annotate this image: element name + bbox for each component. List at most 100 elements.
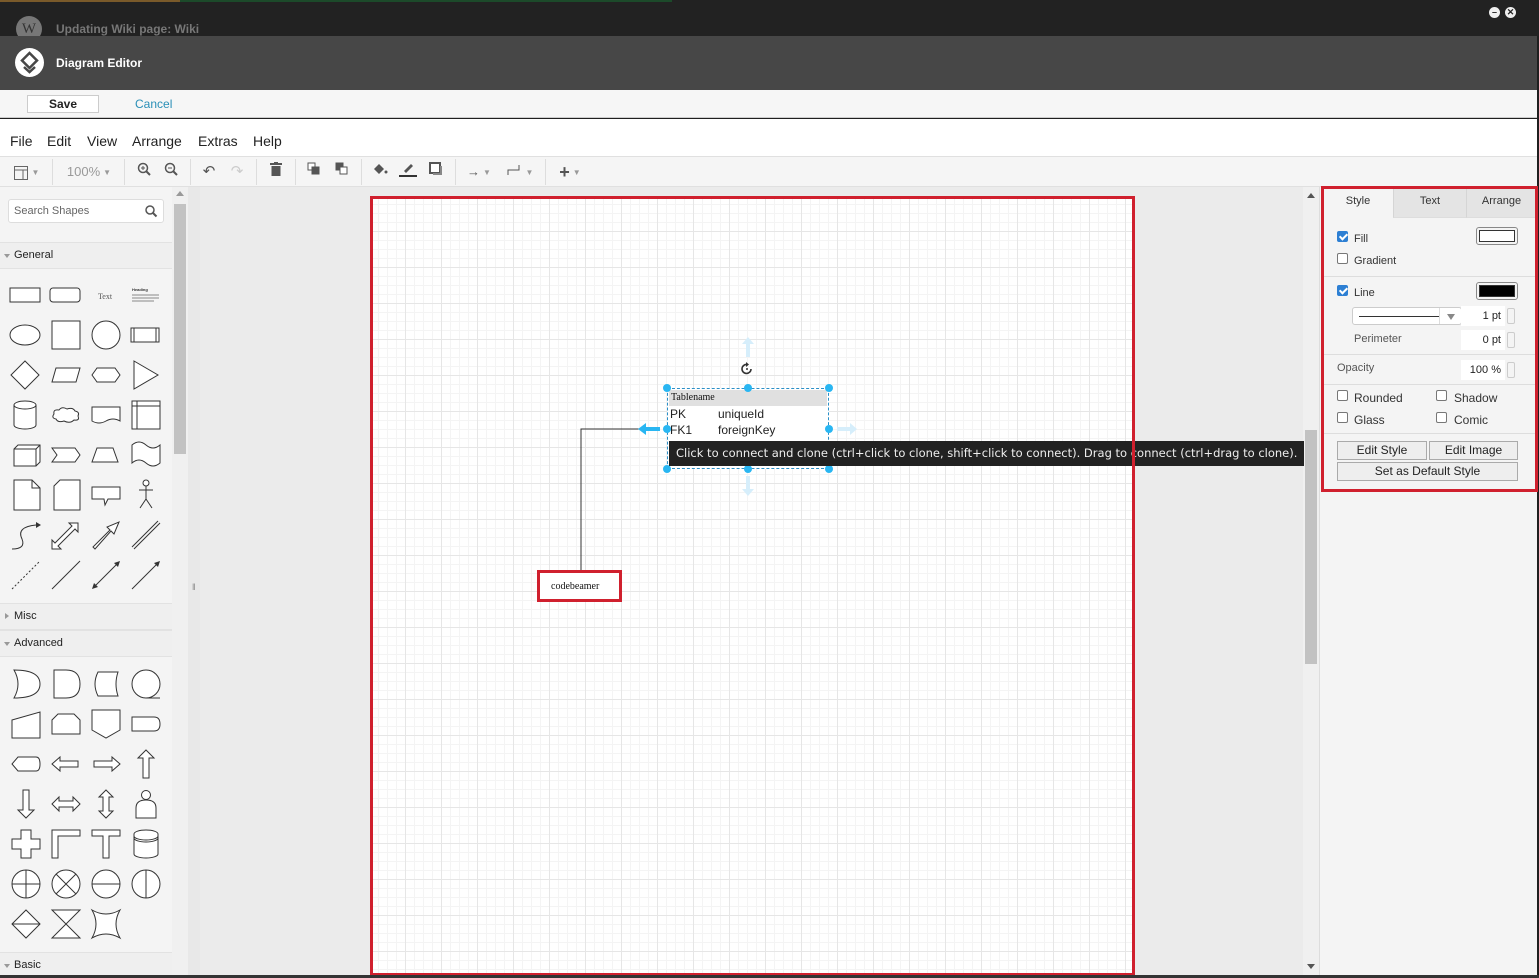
line-pattern-select[interactable]: [1352, 307, 1462, 325]
redo-button[interactable]: ↷: [228, 161, 246, 183]
shape-vertical-divided-circle[interactable]: [128, 866, 164, 902]
shape-trapezoid[interactable]: [88, 437, 124, 473]
opacity-spinner[interactable]: [1507, 362, 1515, 378]
edit-image-button[interactable]: Edit Image: [1429, 441, 1518, 460]
shape-parallelogram[interactable]: [48, 357, 84, 393]
shape-off-page-connector[interactable]: [88, 706, 124, 742]
shape-internal-storage[interactable]: [128, 397, 164, 433]
perimeter-input[interactable]: 0 pt: [1461, 330, 1505, 350]
scroll-down-icon[interactable]: [1307, 964, 1315, 969]
resize-handle-s[interactable]: [744, 465, 752, 473]
resize-handle-ne[interactable]: [825, 384, 833, 392]
shape-bidirectional-arrow[interactable]: [48, 517, 84, 553]
fill-checkbox[interactable]: [1337, 231, 1348, 242]
shape-up-down-arrow[interactable]: [88, 786, 124, 822]
codebeamer-label[interactable]: codebeamer: [551, 581, 599, 592]
opacity-input[interactable]: 100 %: [1461, 360, 1505, 380]
canvas-scroll-thumb[interactable]: [1305, 430, 1317, 664]
shape-or-junction[interactable]: [48, 866, 84, 902]
to-front-button[interactable]: [305, 161, 323, 183]
shape-cloud[interactable]: [48, 397, 84, 433]
menu-extras[interactable]: Extras: [198, 133, 238, 149]
shape-dashed-line[interactable]: [8, 557, 44, 593]
search-icon[interactable]: [144, 204, 158, 218]
line-width-spinner[interactable]: [1507, 308, 1515, 324]
shape-up-arrow[interactable]: [128, 746, 164, 782]
shape-horizontal-divided-circle[interactable]: [88, 866, 124, 902]
shape-sort[interactable]: [8, 906, 44, 942]
rounded-checkbox[interactable]: [1337, 390, 1348, 401]
edit-style-button[interactable]: Edit Style: [1337, 441, 1427, 460]
shape-triangle[interactable]: [128, 357, 164, 393]
fill-color-swatch[interactable]: [1476, 227, 1518, 245]
resize-handle-n[interactable]: [744, 384, 752, 392]
shape-ellipse[interactable]: [8, 317, 44, 353]
entity-row-key[interactable]: FK1: [670, 423, 692, 437]
shape-tape[interactable]: [128, 437, 164, 473]
zoom-in-button[interactable]: [135, 161, 153, 183]
close-icon[interactable]: ✕: [1505, 7, 1516, 18]
shape-down-arrow[interactable]: [8, 786, 44, 822]
shape-left-arrow[interactable]: [48, 746, 84, 782]
shape-corner[interactable]: [48, 826, 84, 862]
entity-row-key[interactable]: PK: [670, 407, 686, 421]
shape-text[interactable]: Text: [88, 277, 124, 313]
zoom-level-dropdown[interactable]: 100% ▼: [64, 161, 114, 183]
scroll-up-icon[interactable]: [176, 191, 184, 196]
shape-and[interactable]: [48, 666, 84, 702]
shape-curve[interactable]: [8, 517, 44, 553]
shape-process[interactable]: [128, 317, 164, 353]
scroll-up-icon[interactable]: [1307, 193, 1315, 198]
shape-summing-junction[interactable]: [8, 866, 44, 902]
shape-arrow[interactable]: [88, 517, 124, 553]
shape-square[interactable]: [48, 317, 84, 353]
resize-handle-e[interactable]: [825, 425, 833, 433]
menu-view[interactable]: View: [87, 133, 117, 149]
waypoints-dropdown[interactable]: ▼: [505, 161, 535, 183]
cancel-link[interactable]: Cancel: [135, 97, 172, 111]
rotate-handle-icon[interactable]: [739, 361, 755, 377]
section-misc[interactable]: Misc: [0, 603, 172, 630]
shape-right-arrow[interactable]: [88, 746, 124, 782]
tab-text[interactable]: Text: [1393, 188, 1466, 218]
glass-checkbox[interactable]: [1337, 412, 1348, 423]
to-back-button[interactable]: [333, 161, 351, 183]
menu-file[interactable]: File: [10, 133, 33, 149]
entity-row-name[interactable]: foreignKey: [718, 423, 775, 437]
fill-color-button[interactable]: [371, 161, 389, 183]
menu-help[interactable]: Help: [253, 133, 282, 149]
sidebar-splitter[interactable]: ‖: [188, 187, 200, 975]
line-color-button[interactable]: [398, 161, 418, 183]
shape-link[interactable]: [128, 517, 164, 553]
format-panel-toggle-button[interactable]: ▼: [10, 161, 42, 183]
shape-tape-data[interactable]: [128, 826, 164, 862]
resize-handle-se[interactable]: [825, 465, 833, 473]
zoom-out-button[interactable]: [162, 161, 180, 183]
shape-data-storage[interactable]: [88, 666, 124, 702]
line-checkbox[interactable]: [1337, 285, 1348, 296]
shape-loop-limit[interactable]: [48, 706, 84, 742]
connect-arrow-right-icon[interactable]: [837, 421, 857, 437]
shape-or[interactable]: [8, 666, 44, 702]
resize-handle-w[interactable]: [663, 425, 671, 433]
connect-arrow-left-icon[interactable]: [638, 421, 660, 437]
section-basic[interactable]: Basic: [0, 952, 172, 975]
shape-cross[interactable]: [8, 826, 44, 862]
shape-left-right-arrow[interactable]: [48, 786, 84, 822]
shape-textbox[interactable]: Heading: [128, 277, 164, 313]
section-advanced[interactable]: Advanced: [0, 630, 172, 657]
sidebar-scroll-thumb[interactable]: [174, 204, 186, 454]
perimeter-spinner[interactable]: [1507, 332, 1515, 348]
connection-style-dropdown[interactable]: → ▼: [464, 161, 494, 183]
shape-user[interactable]: [128, 786, 164, 822]
shape-sequential-data[interactable]: [128, 666, 164, 702]
shape-manual-input[interactable]: [8, 706, 44, 742]
connect-arrow-up-icon[interactable]: [740, 337, 756, 357]
entity-title[interactable]: Tablename: [669, 390, 827, 406]
shape-delay[interactable]: [128, 706, 164, 742]
line-color-swatch[interactable]: [1476, 282, 1518, 300]
delete-button[interactable]: [267, 161, 285, 183]
entity-row-name[interactable]: uniqueId: [718, 407, 764, 421]
shape-step[interactable]: [48, 437, 84, 473]
shadow-button[interactable]: [427, 161, 445, 183]
